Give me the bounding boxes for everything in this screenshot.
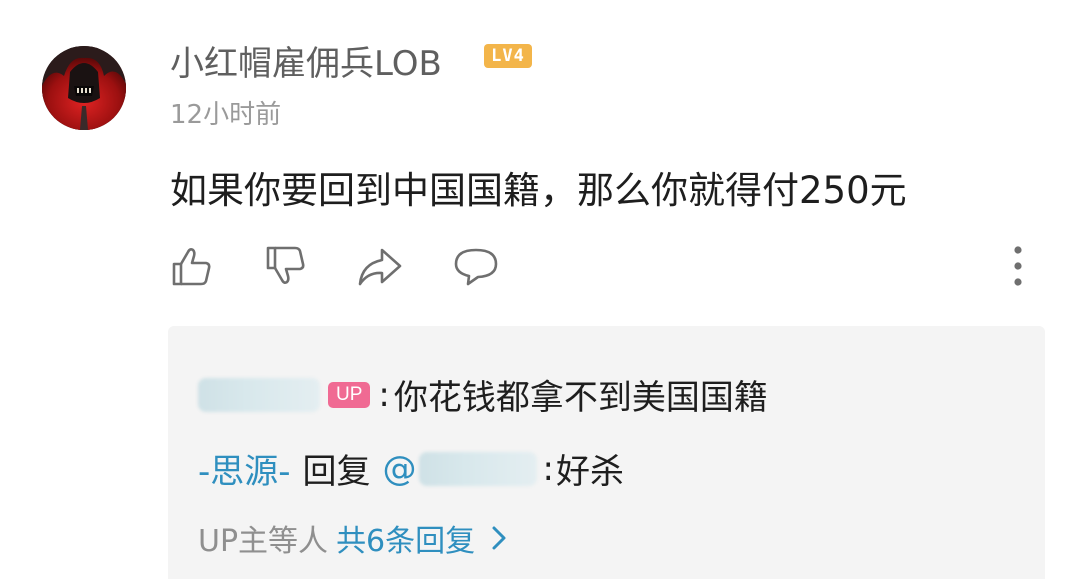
up-badge: UP — [328, 381, 371, 408]
reply-count-link[interactable]: 共6条回复 — [336, 516, 475, 560]
level-badge: LV4 — [484, 44, 532, 68]
mention-prefix[interactable]: @ — [383, 449, 417, 489]
reply-separator: : — [378, 374, 390, 415]
reply-separator: : — [542, 448, 555, 489]
like-button[interactable] — [168, 242, 216, 290]
view-all-replies[interactable]: UP主等人 共6条回复 — [198, 516, 509, 560]
share-icon — [358, 248, 402, 286]
dislike-button[interactable] — [262, 242, 310, 290]
share-button[interactable] — [356, 242, 404, 290]
reply-text: 好杀 — [556, 452, 625, 492]
chevron-right-icon — [489, 523, 509, 553]
redacted-username — [198, 377, 320, 412]
user-avatar[interactable] — [42, 46, 126, 130]
thumbs-down-icon — [266, 246, 305, 284]
thumbs-up-icon — [172, 248, 211, 286]
redacted-mention — [418, 451, 537, 486]
reply-word: 回复 — [302, 452, 371, 492]
more-options-button[interactable] — [1006, 244, 1030, 288]
comment-text: 如果你要回到中国国籍，那么你就得付250元 — [170, 169, 907, 212]
reply-text: 你花钱都拿不到美国国籍 — [393, 378, 768, 418]
avatar-image — [42, 46, 126, 130]
username[interactable]: 小红帽雇佣兵LOB — [170, 36, 442, 85]
timestamp: 12小时前 — [170, 100, 282, 130]
more-vertical-icon — [1014, 246, 1022, 286]
reply-preview-box[interactable]: UP : 你花钱都拿不到美国国籍 -思源- 回复 @ : 好杀 UP主等人 共6… — [168, 326, 1045, 579]
reply-item: UP : 你花钱都拿不到美国国籍 — [198, 370, 768, 419]
more-replies-prefix: UP主等人 — [198, 524, 329, 559]
reply-author[interactable]: -思源- — [198, 444, 291, 493]
comment-bubble-icon — [454, 248, 498, 286]
reply-item: -思源- 回复 @ : 好杀 — [198, 444, 624, 493]
comment-item: 小红帽雇佣兵LOB LV4 12小时前 如果你要回到中国国籍，那么你就得付250… — [0, 0, 1080, 579]
reply-button[interactable] — [452, 242, 500, 290]
